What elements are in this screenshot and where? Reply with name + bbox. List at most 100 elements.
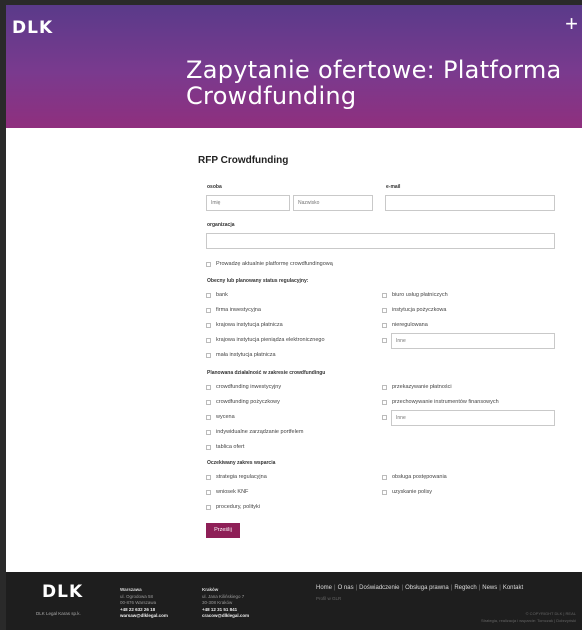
checkbox-box[interactable] bbox=[382, 399, 387, 405]
checkbox-box[interactable] bbox=[206, 489, 211, 495]
checkbox-box[interactable] bbox=[206, 337, 211, 343]
status-option-checkbox[interactable]: instytucja pożyczkowa bbox=[382, 307, 446, 313]
checkbox-box[interactable] bbox=[206, 414, 211, 420]
status-option-checkbox[interactable]: krajowa instytucja płatnicza bbox=[206, 322, 283, 328]
activity-option-checkbox[interactable]: wycena bbox=[206, 414, 235, 420]
hero-banner: DLK + Zapytanie ofertowe: Platforma Crow… bbox=[6, 5, 582, 128]
status-option-checkbox[interactable]: bank bbox=[206, 292, 228, 298]
checkbox-label: crowdfunding inwestycyjny bbox=[216, 384, 282, 390]
checkbox-box[interactable] bbox=[206, 292, 211, 298]
office-email[interactable]: warsaw@dlklegal.com bbox=[120, 613, 168, 620]
checkbox-box[interactable] bbox=[382, 415, 387, 420]
checkbox-box[interactable] bbox=[382, 322, 387, 328]
page-title: Zapytanie ofertowe: Platforma Crowdfundi… bbox=[186, 56, 562, 110]
footer-nav-legal[interactable]: Obsługa prawna bbox=[405, 585, 449, 591]
checkbox-box[interactable] bbox=[206, 384, 211, 390]
activity-other-input[interactable] bbox=[391, 410, 555, 426]
footer-nav-home[interactable]: Home bbox=[316, 585, 332, 591]
checkbox-box[interactable] bbox=[206, 444, 211, 450]
organization-input[interactable] bbox=[206, 233, 555, 249]
checkbox-box[interactable] bbox=[382, 489, 387, 495]
logo[interactable]: DLK bbox=[12, 18, 53, 38]
checkbox-label: tablica ofert bbox=[216, 444, 245, 450]
checkbox-box[interactable] bbox=[206, 322, 211, 328]
nav-separator: | bbox=[450, 585, 453, 591]
checkbox-label: biuro usług płatniczych bbox=[392, 292, 448, 298]
nav-separator: | bbox=[401, 585, 404, 591]
footer-nav-news[interactable]: News bbox=[482, 585, 497, 591]
checkbox-label: wycena bbox=[216, 414, 235, 420]
support-option-checkbox[interactable]: procedury, polityki bbox=[206, 504, 260, 510]
status-option-checkbox[interactable]: firma inwestycyjna bbox=[206, 307, 261, 313]
submit-button[interactable]: Prześlij bbox=[206, 523, 240, 538]
activity-option-checkbox[interactable]: crowdfunding inwestycyjny bbox=[206, 384, 281, 390]
checkbox-label: krajowa instytucja pieniądza elektronicz… bbox=[216, 337, 325, 343]
support-option-checkbox[interactable]: strategia regulacyjna bbox=[206, 474, 267, 480]
office-warsaw: Warszawa ul. Ogrodowa 58 00-876 Warszawa… bbox=[120, 587, 168, 620]
activity-section-title: Planowana działalność w zakresie crowdfu… bbox=[207, 370, 326, 376]
last-name-input[interactable] bbox=[293, 195, 373, 211]
checkbox-box[interactable] bbox=[206, 504, 211, 510]
plus-icon[interactable]: + bbox=[565, 13, 578, 35]
status-other-input[interactable] bbox=[391, 333, 555, 349]
checkbox-box[interactable] bbox=[206, 474, 211, 480]
checkbox-label: przekazywanie płatności bbox=[392, 384, 452, 390]
status-option-checkbox[interactable]: biuro usług płatniczych bbox=[382, 292, 448, 298]
office-krakow: Kraków ul. Jana Kilińskiego 7 30-308 Kra… bbox=[202, 587, 249, 620]
checkbox-box[interactable] bbox=[382, 307, 387, 313]
page: DLK + Zapytanie ofertowe: Platforma Crow… bbox=[6, 5, 582, 630]
current-platform-checkbox[interactable]: Prowadzę aktualnie platformę crowdfundin… bbox=[206, 261, 333, 267]
support-option-checkbox[interactable]: obsługa postępowania bbox=[382, 474, 447, 480]
checkbox-label: instytucja pożyczkowa bbox=[392, 307, 447, 313]
checkbox-box[interactable] bbox=[382, 292, 387, 298]
copyright-text: © COPYRIGHT DLK | REAL bbox=[525, 611, 576, 616]
status-option-checkbox[interactable]: krajowa instytucja pieniądza elektronicz… bbox=[206, 337, 325, 343]
activity-option-checkbox[interactable]: przekazywanie płatności bbox=[382, 384, 452, 390]
nav-separator: | bbox=[499, 585, 501, 591]
nav-separator: | bbox=[478, 585, 481, 591]
footer-nav-contact[interactable]: Kontakt bbox=[503, 585, 523, 591]
checkbox-box[interactable] bbox=[206, 352, 211, 358]
activity-option-checkbox[interactable]: crowdfunding pożyczkowy bbox=[206, 399, 280, 405]
footer-nav-experience[interactable]: Doświadczenie bbox=[359, 585, 399, 591]
checkbox-label: przechowywanie instrumentów finansowych bbox=[392, 399, 499, 405]
activity-option-checkbox[interactable]: tablica ofert bbox=[206, 444, 244, 450]
activity-option-checkbox[interactable]: przechowywanie instrumentów finansowych bbox=[382, 399, 499, 405]
osoba-label: osoba bbox=[207, 184, 222, 190]
footer-profile-link[interactable]: Profil w GLR bbox=[316, 596, 341, 601]
form-title: RFP Crowdfunding bbox=[198, 155, 289, 166]
checkbox-label: obsługa postępowania bbox=[392, 474, 447, 480]
support-option-checkbox[interactable]: uzyskanie polisy bbox=[382, 489, 432, 495]
status-option-checkbox[interactable]: mała instytucja płatnicza bbox=[206, 352, 276, 358]
footer-logo[interactable]: DLK bbox=[42, 582, 83, 602]
checkbox-box[interactable] bbox=[382, 474, 387, 480]
checkbox-box[interactable] bbox=[206, 429, 211, 435]
checkbox-box[interactable] bbox=[382, 384, 387, 390]
footer-nav: Home | O nas | Doświadczenie | Obsługa prawna |… bbox=[316, 585, 523, 591]
checkbox-box[interactable] bbox=[382, 338, 387, 343]
activity-option-checkbox[interactable]: indywidualne zarządzanie portfelem bbox=[206, 429, 303, 435]
credits-text[interactable]: Strategia, realizacja i wsparcie: Tomcza… bbox=[481, 617, 576, 624]
first-name-input[interactable] bbox=[206, 195, 290, 211]
checkbox-label: firma inwestycyjna bbox=[216, 307, 261, 313]
checkbox-box[interactable] bbox=[206, 307, 211, 313]
checkbox-label: uzyskanie polisy bbox=[392, 489, 433, 495]
checkbox-box[interactable] bbox=[206, 399, 211, 405]
company-name: DLK Legal Karas sp.k. bbox=[36, 611, 81, 616]
email-input[interactable] bbox=[385, 195, 555, 211]
checkbox-box[interactable] bbox=[206, 261, 211, 267]
status-option-checkbox[interactable]: nieregulowana bbox=[382, 322, 428, 328]
checkbox-label: mała instytucja płatnicza bbox=[216, 352, 276, 358]
footer: DLK DLK Legal Karas sp.k. Warszawa ul. O… bbox=[6, 572, 582, 630]
nav-separator: | bbox=[355, 585, 358, 591]
checkbox-label: procedury, polityki bbox=[216, 504, 260, 510]
checkbox-label: Prowadzę aktualnie platformę crowdfundin… bbox=[216, 261, 333, 267]
checkbox-label: wniosek KNF bbox=[216, 489, 249, 495]
support-option-checkbox[interactable]: wniosek KNF bbox=[206, 489, 248, 495]
checkbox-label: bank bbox=[216, 292, 228, 298]
checkbox-label: indywidualne zarządzanie portfelem bbox=[216, 429, 304, 435]
checkbox-label: nieregulowana bbox=[392, 322, 428, 328]
footer-nav-regtech[interactable]: Regtech bbox=[454, 585, 476, 591]
footer-nav-about[interactable]: O nas bbox=[338, 585, 354, 591]
office-email[interactable]: cracow@dlklegal.com bbox=[202, 613, 249, 620]
